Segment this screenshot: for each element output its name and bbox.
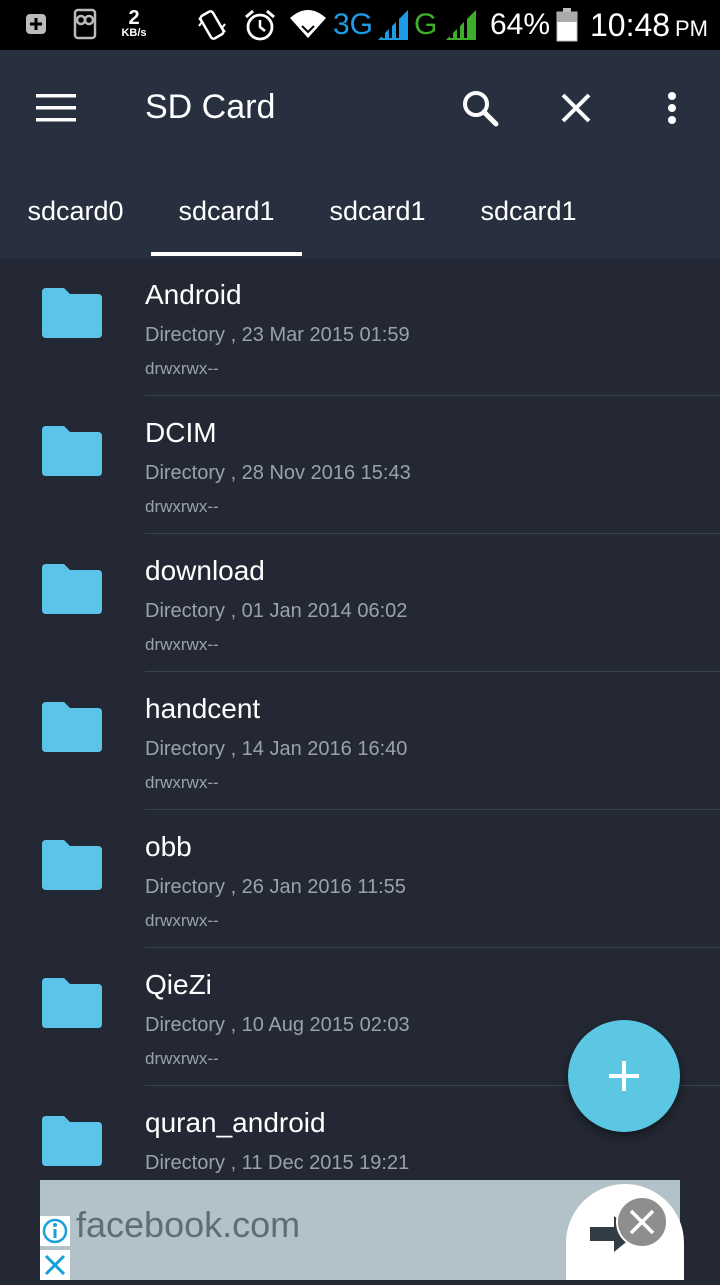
more-vertical-icon bbox=[668, 92, 676, 124]
tab-sdcard0[interactable]: sdcard0 bbox=[0, 180, 151, 258]
folder-icon bbox=[42, 564, 102, 614]
close-button[interactable] bbox=[548, 80, 604, 136]
vibrate-icon bbox=[198, 10, 226, 40]
battery-percent: 64% bbox=[490, 8, 551, 41]
file-meta: Directory , 10 Aug 2015 02:03 bbox=[145, 1014, 410, 1036]
ad-banner[interactable]: facebook.com bbox=[40, 1180, 684, 1280]
file-permissions: drwxrwx-- bbox=[145, 911, 219, 930]
wifi-icon bbox=[290, 10, 326, 38]
app-toolbar: SD Card sdcard0 sdcard1 sdcard1 sdcard1 bbox=[0, 50, 720, 258]
tab-sdcard1-2[interactable]: sdcard1 bbox=[302, 180, 453, 258]
more-options-button[interactable] bbox=[644, 80, 700, 136]
file-meta: Directory , 14 Jan 2016 16:40 bbox=[145, 738, 408, 760]
page-title: SD Card bbox=[145, 88, 276, 126]
ad-close-button[interactable] bbox=[40, 1250, 70, 1280]
file-meta: Directory , 23 Mar 2015 01:59 bbox=[145, 324, 410, 346]
folder-icon bbox=[42, 426, 102, 476]
file-permissions: drwxrwx-- bbox=[145, 635, 219, 654]
battery-icon bbox=[556, 8, 578, 42]
folder-icon bbox=[42, 702, 102, 752]
network-speed: 2 KB/s bbox=[117, 8, 151, 39]
tab-sdcard1-3[interactable]: sdcard1 bbox=[453, 180, 604, 258]
selected-tab-indicator bbox=[151, 252, 302, 256]
file-name: obb bbox=[145, 831, 192, 862]
folder-icon bbox=[42, 840, 102, 890]
file-meta: Directory , 28 Nov 2016 15:43 bbox=[145, 462, 411, 484]
add-fab-button[interactable] bbox=[568, 1020, 680, 1132]
list-item[interactable]: handcent Directory , 14 Jan 2016 16:40 d… bbox=[0, 672, 720, 810]
close-icon bbox=[629, 1209, 655, 1235]
file-permissions: drwxrwx-- bbox=[145, 497, 219, 516]
folder-icon bbox=[42, 978, 102, 1028]
ad-info-button[interactable] bbox=[40, 1216, 70, 1246]
menu-button[interactable] bbox=[28, 80, 84, 136]
info-icon bbox=[42, 1218, 68, 1244]
file-name: Android bbox=[145, 279, 242, 310]
ad-dismiss-button[interactable] bbox=[616, 1196, 668, 1248]
speed-unit: KB/s bbox=[121, 27, 147, 39]
file-meta: Directory , 26 Jan 2016 11:55 bbox=[145, 876, 406, 898]
speed-value: 2 bbox=[128, 7, 140, 29]
network-g-label: G bbox=[414, 8, 438, 41]
list-item[interactable]: Android Directory , 23 Mar 2015 01:59 dr… bbox=[0, 258, 720, 396]
storage-tabs: sdcard0 sdcard1 sdcard1 sdcard1 bbox=[0, 180, 720, 258]
list-item[interactable]: download Directory , 01 Jan 2014 06:02 d… bbox=[0, 534, 720, 672]
file-permissions: drwxrwx-- bbox=[145, 1049, 219, 1068]
clock-ampm: PM bbox=[675, 16, 708, 41]
file-permissions: drwxrwx-- bbox=[145, 773, 219, 792]
glasses-phone-icon bbox=[73, 8, 97, 40]
signal-g-icon bbox=[446, 10, 476, 40]
file-meta: Directory , 11 Dec 2015 19:21 bbox=[145, 1152, 410, 1174]
file-name: quran_android bbox=[145, 1107, 326, 1138]
network-3g-label: 3G bbox=[333, 8, 374, 41]
tab-sdcard1[interactable]: sdcard1 bbox=[151, 180, 302, 258]
add-notification-icon bbox=[26, 14, 46, 34]
hamburger-menu-icon bbox=[36, 94, 76, 122]
folder-icon bbox=[42, 288, 102, 338]
list-item[interactable]: DCIM Directory , 28 Nov 2016 15:43 drwxr… bbox=[0, 396, 720, 534]
folder-icon bbox=[42, 1116, 102, 1166]
file-name: handcent bbox=[145, 693, 261, 724]
status-bar: 2 KB/s 3G G 64% 10:48 PM bbox=[0, 0, 720, 50]
file-name: download bbox=[145, 555, 265, 586]
file-name: DCIM bbox=[145, 417, 217, 448]
clock-time: 10:48 bbox=[590, 7, 671, 43]
list-item[interactable]: obb Directory , 26 Jan 2016 11:55 drwxrw… bbox=[0, 810, 720, 948]
ad-domain-text: facebook.com bbox=[76, 1204, 301, 1245]
search-icon bbox=[463, 91, 499, 127]
close-icon bbox=[44, 1254, 66, 1276]
file-meta: Directory , 01 Jan 2014 06:02 bbox=[145, 600, 408, 622]
alarm-icon bbox=[245, 9, 275, 41]
plus-icon bbox=[609, 1061, 639, 1091]
signal-3g-icon bbox=[378, 10, 408, 40]
file-permissions: drwxrwx-- bbox=[145, 359, 219, 378]
file-name: QieZi bbox=[145, 969, 212, 1000]
search-button[interactable] bbox=[452, 80, 508, 136]
close-icon bbox=[561, 93, 591, 123]
